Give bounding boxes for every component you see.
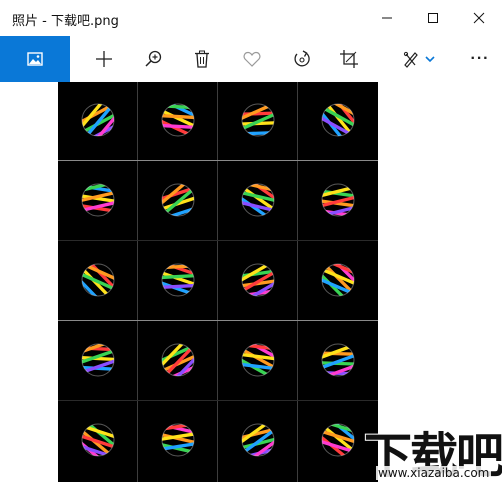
sphere-image — [240, 181, 276, 219]
maximize-icon — [428, 13, 438, 23]
frame-divider — [137, 82, 138, 482]
crop-button[interactable] — [327, 36, 371, 82]
favorite-button[interactable] — [230, 36, 274, 82]
window-title: 照片 - 下载吧.png — [12, 14, 119, 29]
maximize-button[interactable] — [410, 0, 456, 36]
more-button[interactable]: ··· — [458, 36, 502, 82]
frame-divider — [217, 82, 218, 482]
sphere-image — [320, 341, 356, 379]
sphere-image — [80, 261, 116, 299]
sphere-image — [320, 101, 356, 139]
sphere-image — [161, 423, 195, 457]
rotate-button[interactable] — [280, 36, 324, 82]
sphere-image — [240, 261, 276, 299]
sphere-image — [240, 341, 276, 379]
sphere-image — [160, 341, 196, 379]
title-bar: 照片 - 下载吧.png — [0, 0, 502, 36]
edit-draw-button[interactable] — [392, 36, 446, 82]
more-icon: ··· — [470, 50, 490, 67]
frame-divider — [58, 240, 378, 241]
sphere-image — [80, 101, 116, 139]
sphere-image — [320, 421, 356, 459]
sphere-image — [320, 182, 356, 218]
favorite-icon — [243, 51, 261, 67]
sphere-image — [160, 181, 196, 219]
rotate-icon — [294, 50, 310, 67]
delete-button[interactable] — [180, 36, 224, 82]
sphere-image — [81, 183, 115, 217]
edit-draw-icon — [403, 51, 435, 68]
sphere-image — [240, 421, 276, 459]
minimize-button[interactable] — [364, 0, 410, 36]
frame-divider — [58, 320, 378, 321]
watermark-logo: 下载吧 www.xiazaiba.com — [363, 418, 502, 485]
sphere-image — [240, 101, 276, 137]
sphere-image — [80, 341, 116, 379]
frame-divider — [297, 82, 298, 482]
view-image-button[interactable] — [0, 36, 70, 82]
zoom-button[interactable] — [132, 36, 176, 82]
close-icon — [473, 12, 485, 24]
logo-url: www.xiazaiba.com — [376, 466, 492, 480]
add-button[interactable] — [82, 36, 126, 82]
crop-icon — [340, 50, 358, 68]
sphere-image — [160, 101, 196, 139]
frame-divider — [58, 400, 378, 401]
close-button[interactable] — [456, 0, 502, 36]
add-icon — [96, 51, 112, 67]
zoom-icon — [145, 50, 162, 67]
sphere-image — [320, 261, 356, 299]
delete-icon — [195, 50, 209, 68]
minimize-icon — [382, 17, 392, 19]
sphere-image — [160, 262, 196, 298]
view-image-icon — [27, 52, 43, 66]
frame-divider — [58, 160, 378, 161]
toolbar: ··· — [0, 36, 502, 82]
photo-canvas[interactable] — [58, 82, 378, 482]
sphere-image — [80, 421, 116, 459]
